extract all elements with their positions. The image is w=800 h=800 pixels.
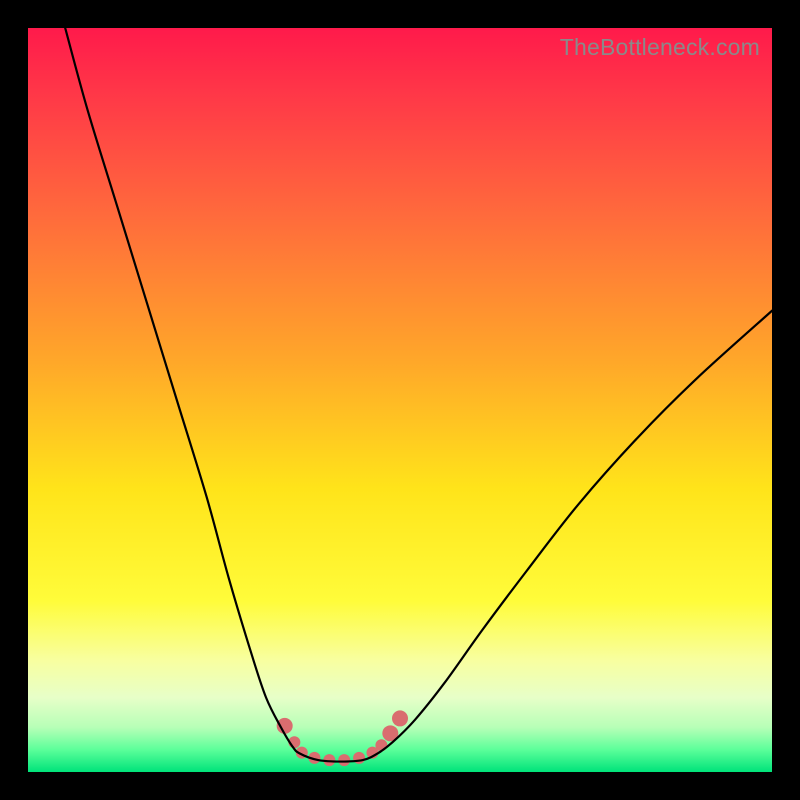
plot-area: TheBottleneck.com xyxy=(28,28,772,772)
bottleneck-curve xyxy=(65,28,772,762)
marker-group xyxy=(277,710,408,766)
chart-stage: TheBottleneck.com xyxy=(0,0,800,800)
sweet-spot-dot xyxy=(392,710,408,726)
chart-svg xyxy=(28,28,772,772)
sweet-spot-dot xyxy=(338,754,350,766)
